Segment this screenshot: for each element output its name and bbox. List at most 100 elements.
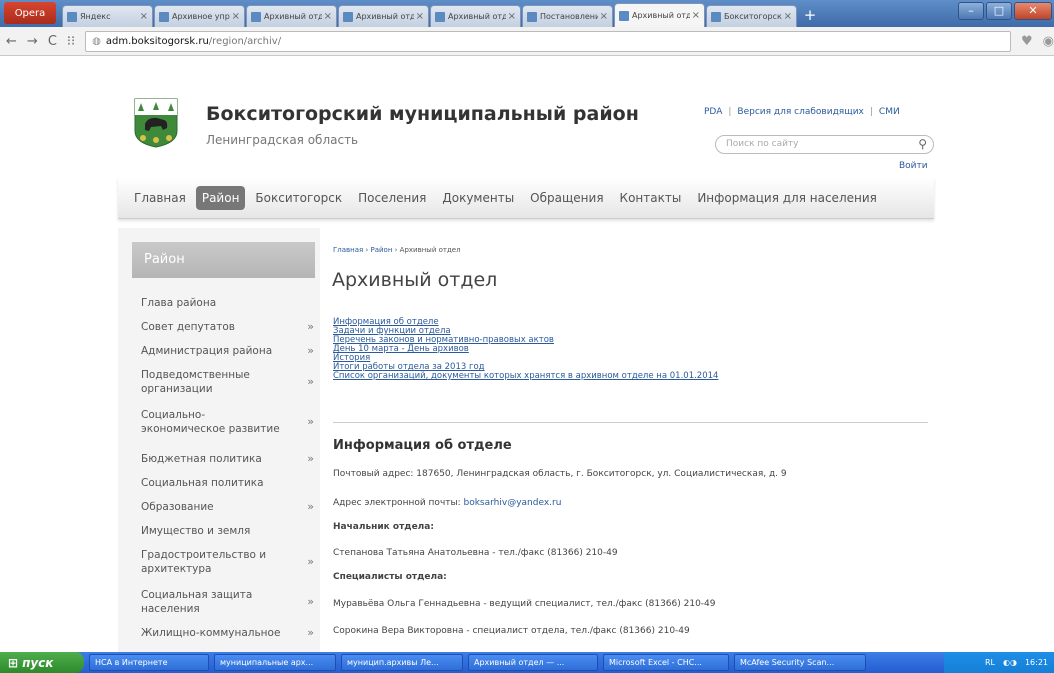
reload-icon[interactable]: C [48, 34, 57, 49]
sidebar-item[interactable]: Образование » [141, 500, 316, 514]
sidebar-item-label: Имущество и земля [141, 525, 251, 537]
email-link[interactable]: boksarhiv@yandex.ru [464, 498, 562, 508]
link-separator: | [728, 107, 732, 117]
globe-icon: ◍ [92, 35, 101, 47]
browser-tab[interactable]: Яндекс × [62, 5, 153, 27]
expand-arrow-icon[interactable]: » [307, 500, 314, 514]
section-link[interactable]: День 10 марта - День архивов [333, 345, 718, 354]
low-vision-link[interactable]: Версия для слабовидящих [737, 107, 863, 117]
sidebar-item[interactable]: Жилищно-коммунальное » [141, 626, 316, 640]
nav-item[interactable]: Бокситогорск [249, 186, 348, 210]
nav-item[interactable]: Главная [128, 186, 192, 210]
taskbar-item[interactable]: McAfee Security Scan... [734, 654, 866, 671]
nav-item[interactable]: Район [195, 185, 246, 210]
taskbar-item[interactable]: НСА в Интернете [89, 654, 209, 671]
coat-of-arms-logo[interactable] [133, 97, 179, 148]
tray-icons[interactable]: ◐◑ [1003, 658, 1017, 667]
nav-item[interactable]: Документы [436, 186, 520, 210]
nav-item[interactable]: Поселения [352, 186, 432, 210]
maximize-button[interactable]: □ [986, 2, 1012, 20]
tab-close-icon[interactable]: × [140, 11, 148, 22]
page-favicon-icon [435, 11, 445, 22]
url-path: /region/archiv/ [208, 35, 282, 47]
divider [333, 422, 928, 423]
media-link[interactable]: СМИ [879, 107, 900, 117]
expand-arrow-icon[interactable]: » [307, 555, 314, 569]
speed-dial-icon[interactable]: ⁝⁝ [67, 34, 75, 49]
opera-menu-button[interactable]: Opera [4, 2, 56, 24]
breadcrumb-home[interactable]: Главная [333, 246, 363, 254]
expand-arrow-icon[interactable]: » [307, 415, 314, 429]
tab-title: Архивный отде [448, 12, 506, 21]
close-window-button[interactable]: ✕ [1014, 2, 1052, 20]
taskbar-item[interactable]: муницип.архивы Ле... [341, 654, 463, 671]
tab-close-icon[interactable]: × [600, 11, 608, 22]
address-bar: ← → C ⁝⁝ ◍ adm.boksitogorsk.ru/region/ar… [0, 27, 1054, 56]
new-tab-button[interactable]: + [802, 7, 818, 23]
nav-item[interactable]: Обращения [524, 186, 609, 210]
nav-item[interactable]: Информация для населения [691, 186, 883, 210]
sidebar-item[interactable]: Глава района [141, 296, 316, 310]
browser-tab[interactable]: Архивный отде× [614, 3, 705, 27]
forward-icon[interactable]: → [27, 34, 38, 49]
sidebar-item[interactable]: Подведомственные организации » [141, 368, 316, 396]
sidebar-item[interactable]: Администрация района » [141, 344, 316, 358]
tab-title: Архивный отде [264, 12, 322, 21]
browser-tab[interactable]: Архивный отде× [338, 5, 429, 27]
browser-tab[interactable]: Постановление× [522, 5, 613, 27]
expand-arrow-icon[interactable]: » [307, 344, 314, 358]
expand-arrow-icon[interactable]: » [307, 626, 314, 640]
tab-close-icon[interactable]: × [508, 11, 516, 22]
url-input[interactable]: ◍ adm.boksitogorsk.ru/region/archiv/ [85, 30, 1011, 52]
tab-close-icon[interactable]: × [784, 11, 792, 22]
sidebar-item[interactable]: Бюджетная политика » [141, 452, 316, 466]
browser-tab[interactable]: Бокситогорск × [706, 5, 797, 27]
start-label: пуск [22, 655, 54, 670]
sidebar-item[interactable]: Социальная политика [141, 476, 316, 490]
sidebar-item-label: Образование [141, 501, 214, 513]
browser-tab[interactable]: Архивное упра × [154, 5, 245, 27]
browser-tab[interactable]: Архивный отде× [430, 5, 521, 27]
extensions-icon[interactable]: ◉ [1043, 34, 1054, 49]
expand-arrow-icon[interactable]: » [307, 595, 314, 609]
search-input[interactable]: Поиск по сайту ⚲ [715, 135, 934, 154]
expand-arrow-icon[interactable]: » [307, 320, 314, 334]
nav-item[interactable]: Контакты [614, 186, 688, 210]
pda-link[interactable]: PDA [704, 107, 722, 117]
sidebar-item[interactable]: Совет депутатов » [141, 320, 316, 334]
bookmark-heart-icon[interactable]: ♥ [1021, 34, 1033, 49]
clock[interactable]: 16:21 [1025, 658, 1048, 667]
tab-close-icon[interactable]: × [324, 11, 332, 22]
breadcrumb-region[interactable]: Район [371, 246, 393, 254]
start-button[interactable]: ⊞ пуск [0, 652, 84, 673]
sidebar-item-label: Глава района [141, 297, 217, 309]
taskbar-item[interactable]: Microsoft Excel - CHC... [603, 654, 729, 671]
page-favicon-icon [67, 11, 77, 22]
os-taskbar: ⊞ пуск НСА в Интернете муниципальные арх..… [0, 652, 1054, 673]
header-links: PDA | Версия для слабовидящих | СМИ [704, 107, 900, 117]
taskbar-items: НСА в Интернете муниципальные арх... муниц… [84, 654, 866, 671]
back-icon[interactable]: ← [6, 34, 17, 49]
sidebar-item[interactable]: Градостроительство и архитектура » [141, 548, 316, 576]
tab-close-icon[interactable]: × [232, 11, 240, 22]
specialist-contact: Сорокина Вера Викторовна - специалист от… [333, 626, 690, 636]
sidebar-item[interactable]: Социально-экономическое развитие » [141, 408, 316, 436]
tab-close-icon[interactable]: × [692, 10, 700, 21]
page-title: Архивный отдел [332, 269, 498, 291]
minimize-button[interactable]: – [958, 2, 984, 20]
sidebar-item[interactable]: Социальная защита населения » [141, 588, 316, 616]
taskbar-item[interactable]: Архивный отдел — ... [468, 654, 598, 671]
tab-close-icon[interactable]: × [416, 11, 424, 22]
taskbar-item[interactable]: муниципальные арх... [214, 654, 336, 671]
browser-tab[interactable]: Архивный отде× [246, 5, 337, 27]
page-favicon-icon [619, 10, 629, 21]
search-icon[interactable]: ⚲ [918, 136, 927, 153]
expand-arrow-icon[interactable]: » [307, 452, 314, 466]
section-link[interactable]: Список организаций, документы которых хр… [333, 372, 718, 381]
login-link[interactable]: Войти [899, 161, 928, 171]
language-indicator[interactable]: RL [985, 658, 995, 667]
sidebar-item[interactable]: Имущество и земля [141, 524, 316, 538]
specialist-contact: Муравьёва Ольга Геннадьевна - ведущий сп… [333, 599, 716, 609]
site-title[interactable]: Бокситогорский муниципальный район [206, 103, 639, 125]
expand-arrow-icon[interactable]: » [307, 375, 314, 389]
